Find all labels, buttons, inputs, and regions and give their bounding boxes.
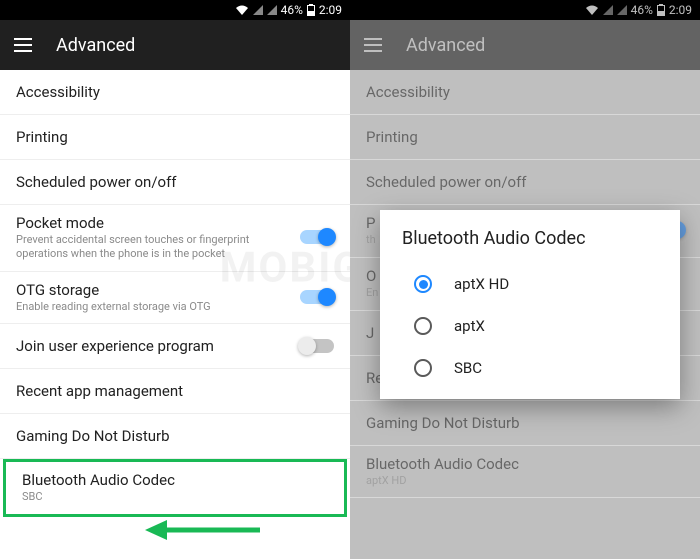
item-label: Printing — [366, 128, 418, 146]
radio-icon — [414, 317, 432, 335]
item-accessibility[interactable]: Accessibility — [0, 70, 350, 115]
item-printing: Printing — [350, 115, 700, 160]
wifi-icon — [235, 4, 249, 16]
highlight-annotation: Bluetooth Audio Codec SBC — [3, 459, 347, 517]
item-label: P — [366, 214, 376, 232]
radio-option-aptx-hd[interactable]: aptX HD — [380, 263, 680, 305]
item-printing[interactable]: Printing — [0, 115, 350, 160]
radio-label: SBC — [454, 359, 482, 377]
item-label: OTG storage — [16, 281, 211, 299]
otg-storage-switch[interactable] — [300, 290, 334, 304]
signal-icon — [267, 5, 277, 15]
status-bar: 46% 2:09 — [0, 0, 350, 20]
toolbar: Advanced — [0, 20, 350, 70]
phone-left: 46% 2:09 Advanced Accessibility Printing… — [0, 0, 350, 559]
item-label: Accessibility — [16, 83, 100, 101]
radio-label: aptX — [454, 317, 485, 335]
item-scheduled-power[interactable]: Scheduled power on/off — [0, 160, 350, 205]
item-recent-apps[interactable]: Recent app management — [0, 369, 350, 414]
item-label: Bluetooth Audio Codec — [22, 471, 175, 489]
item-pocket-mode[interactable]: Pocket mode Prevent accidental screen to… — [0, 205, 350, 272]
item-sublabel: aptX HD — [366, 474, 519, 488]
item-label: Recent app management — [16, 382, 183, 400]
clock-text: 2:09 — [319, 3, 342, 17]
item-sublabel: SBC — [22, 490, 175, 504]
item-label: Pocket mode — [16, 214, 300, 232]
item-label: J — [366, 324, 374, 342]
item-sublabel: En — [366, 286, 378, 300]
item-label: O — [366, 267, 378, 285]
item-label: Scheduled power on/off — [366, 173, 527, 191]
pocket-mode-switch[interactable] — [300, 230, 334, 244]
menu-icon[interactable] — [14, 38, 32, 52]
item-otg-storage[interactable]: OTG storage Enable reading external stor… — [0, 272, 350, 325]
radio-option-sbc[interactable]: SBC — [380, 347, 680, 389]
item-bluetooth-codec: Bluetooth Audio Codec aptX HD — [350, 446, 700, 499]
battery-text: 46% — [281, 3, 303, 17]
item-gaming-dnd[interactable]: Gaming Do Not Disturb — [0, 414, 350, 459]
item-bluetooth-codec[interactable]: Bluetooth Audio Codec SBC — [6, 462, 344, 514]
item-gaming-dnd: Gaming Do Not Disturb — [350, 401, 700, 446]
dialog-bluetooth-codec: Bluetooth Audio Codec aptX HD aptX SBC — [380, 210, 680, 399]
radio-label: aptX HD — [454, 275, 509, 293]
battery-icon — [307, 4, 315, 16]
item-sublabel: Prevent accidental screen touches or fin… — [16, 233, 300, 261]
item-label: Join user experience program — [16, 337, 214, 355]
item-label: Gaming Do Not Disturb — [16, 427, 170, 445]
radio-icon — [414, 275, 432, 293]
item-sublabel: th — [366, 233, 376, 247]
settings-list[interactable]: Accessibility Printing Scheduled power o… — [0, 70, 350, 559]
item-user-experience[interactable]: Join user experience program — [0, 324, 350, 369]
item-label: Gaming Do Not Disturb — [366, 414, 520, 432]
radio-icon — [414, 359, 432, 377]
item-scheduled-power: Scheduled power on/off — [350, 160, 700, 205]
dialog-title: Bluetooth Audio Codec — [380, 228, 680, 263]
signal-icon — [253, 5, 263, 15]
item-label: Accessibility — [366, 83, 450, 101]
page-title: Advanced — [56, 35, 135, 56]
item-accessibility: Accessibility — [350, 70, 700, 115]
item-label: Scheduled power on/off — [16, 173, 177, 191]
item-label: Printing — [16, 128, 68, 146]
user-experience-switch[interactable] — [300, 339, 334, 353]
item-sublabel: Enable reading external storage via OTG — [16, 300, 211, 314]
item-label: Bluetooth Audio Codec — [366, 455, 519, 473]
radio-option-aptx[interactable]: aptX — [380, 305, 680, 347]
